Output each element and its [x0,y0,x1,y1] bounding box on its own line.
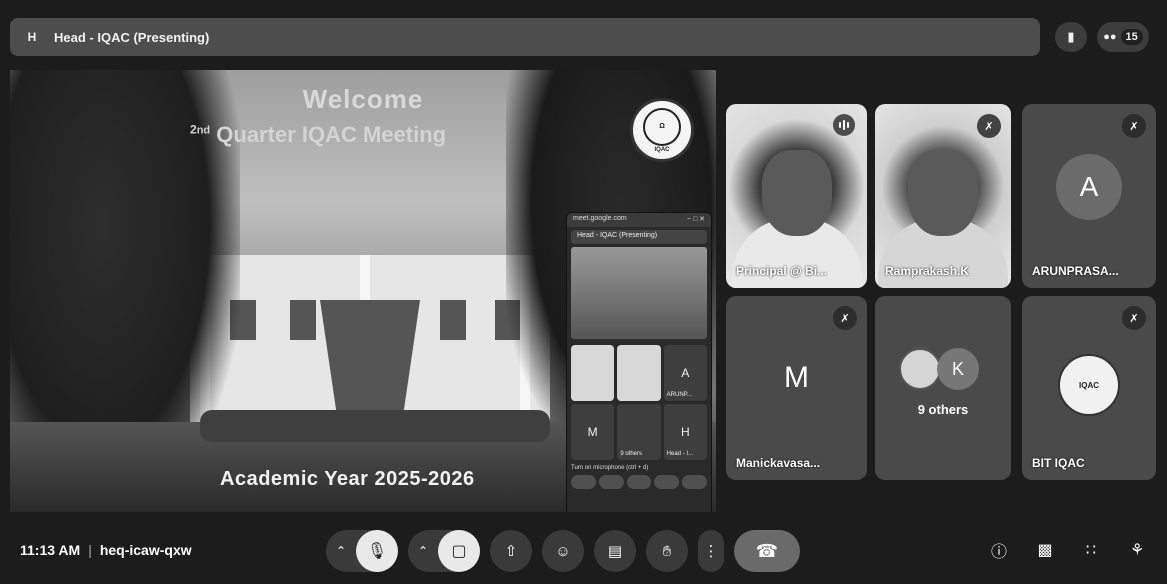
present-button[interactable]: ⇧ [490,530,532,572]
more-options-icon: ⋮ [703,543,719,560]
speaking-indicator-icon [833,114,855,136]
participants-button[interactable]: ●● 15 [1097,22,1149,52]
chevron-up-icon[interactable]: ⌃ [408,544,438,558]
captions-icon: ▤ [607,543,623,560]
mini-meet-window: meet.google.com − □ ✕ Head - IQAC (Presen… [566,212,712,512]
presentation-view: Welcome 2nd Quarter IQAC Meeting Academi… [10,70,716,512]
participant-name: ARUNPRASA... [1032,264,1119,278]
mini-tile: A ARUNP... [663,345,707,401]
present-icon: ⇧ [504,543,518,560]
presenter-bar: H Head - IQAC (Presenting) [10,18,1040,56]
iqac-seal-logo: IQAC [1058,354,1120,416]
emoji-button[interactable]: ☺ [542,530,584,572]
end-call-icon: ☎︎ [755,540,779,561]
participant-name: Principal @ Bi... [736,264,828,278]
slide-welcome: Welcome [302,84,424,114]
host-controls-icon[interactable]: ⚘ [1125,538,1149,562]
captions-button[interactable]: ▤ [594,530,636,572]
participant-video [761,150,832,236]
participant-tile-arunprasa[interactable]: A ✗ ARUNPRASA... [1022,104,1156,288]
chevron-up-icon[interactable]: ⌃ [326,544,356,558]
mic-off-icon: ✗ [833,306,857,330]
slide-academic-year: Academic Year 2025-2026 [220,468,475,490]
participant-tile-ramprakash[interactable]: ✗ Ramprakash.K [875,104,1011,288]
mini-tile [571,345,615,401]
mini-tile: M [571,404,615,460]
meeting-time: 11:13 AM [20,542,81,558]
avatar: K [937,348,979,390]
avatar [899,348,941,390]
avatar: A [1056,154,1122,220]
bottom-control-bar: 11:13 AM | heq-icaw-qxw ⌃ 🎙︎ ⌃ ▢ ⇧ ☺ ▤ ✋︎ … [0,520,1167,584]
presenter-initial: H [27,30,37,44]
camera-off-icon[interactable]: ▢ [438,530,480,572]
others-count: 9 others [917,402,969,417]
people-icon: ●● [1103,31,1117,43]
mic-off-icon: ✗ [1122,114,1146,138]
mic-off-icon[interactable]: 🎙︎ [356,530,398,572]
camera-control: ⌃ ▢ [408,530,480,572]
participant-count: 15 [1120,29,1143,45]
mini-tile [617,345,661,401]
raise-hand-button[interactable]: ✋︎ [646,530,688,572]
meeting-code: heq-icaw-qxw [99,542,192,558]
participant-video [908,150,978,236]
participant-name: Manickavasa... [736,456,821,470]
participant-tile-principal[interactable]: Principal @ Bi... [726,104,867,288]
chat-icon[interactable]: ▩ [1033,538,1057,562]
participant-tile-bit-iqac[interactable]: IQAC ✗ BIT IQAC [1022,296,1156,480]
activities-icon[interactable]: ∷ [1079,538,1103,562]
mic-off-icon: ✗ [977,114,1001,138]
mini-tile: H Head - I... [663,404,707,460]
slide-quarter: 2nd Quarter IQAC Meeting [190,122,447,147]
mini-tile: 9 others [617,404,661,460]
participant-tile-others[interactable]: K 9 others [875,296,1011,480]
microphone-control: ⌃ 🎙︎ [326,530,398,572]
mic-off-icon: ✗ [1122,306,1146,330]
participant-tile-manickavasa[interactable]: M ✗ Manickavasa... [726,296,867,480]
meeting-info: 11:13 AM | heq-icaw-qxw [20,542,192,558]
stop-presentation-icon[interactable]: ▮ [1055,22,1087,52]
info-icon[interactable]: ⓘ [987,538,1011,562]
more-options-button[interactable]: ⋮ [698,530,724,572]
top-right-controls: ▮ ●● 15 [1055,22,1149,52]
participant-name: Ramprakash.K [885,264,970,278]
presenter-title: Head - IQAC (Presenting) [54,29,210,45]
participant-name: BIT IQAC [1032,456,1085,470]
iqac-seal-logo: Ω IQAC [630,98,694,162]
raise-hand-icon: ✋︎ [662,542,672,560]
end-call-button[interactable]: ☎︎ [734,530,800,572]
emoji-icon: ☺ [555,542,571,560]
